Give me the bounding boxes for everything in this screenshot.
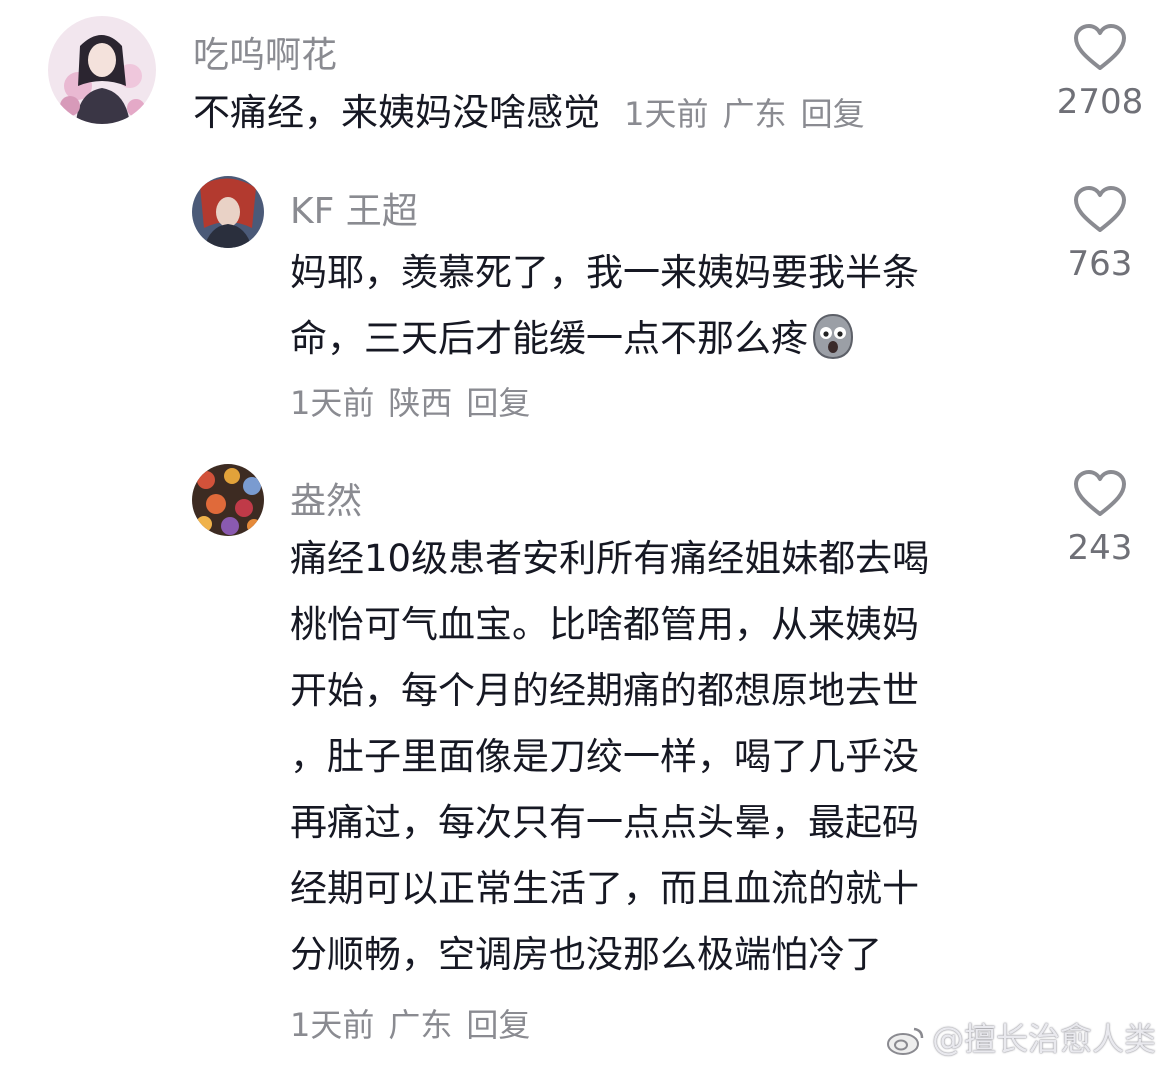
comment-text-line: 经期可以正常生活了，而且血流的就十	[290, 867, 919, 910]
username[interactable]: 吃呜啊花	[193, 26, 337, 78]
time-label: 1天前	[290, 384, 375, 422]
avatar[interactable]	[48, 16, 156, 124]
comment-text-line: ，肚子里面像是刀绞一样，喝了几乎没	[290, 735, 919, 778]
comment-text-line: 分顺畅，空调房也没那么极端怕冷了	[290, 933, 882, 976]
like-count: 2708	[1056, 82, 1144, 122]
like-button[interactable]: 2708	[1050, 24, 1150, 122]
comment-text-line: 开始，每个月的经期痛的都想原地去世	[290, 669, 919, 712]
location-label: 广东	[388, 1006, 453, 1044]
like-button[interactable]: 763	[1050, 186, 1150, 284]
comment-text-line: 痛经10级患者安利所有痛经姐妹都去喝	[290, 537, 930, 580]
comment-text: 不痛经，来姨妈没啥感觉 1天前 广东 回复	[193, 80, 865, 147]
comment-meta: 1天前 广东 回复	[614, 95, 865, 133]
reply-button[interactable]: 回复	[466, 384, 530, 422]
watermark-text: @擅长治愈人类	[931, 1020, 1156, 1058]
comment-text-line: 桃怡可气血宝。比啥都管用，从来姨妈	[290, 603, 919, 646]
comment-meta: 1天前 陕西 回复	[290, 378, 544, 424]
comment-text-content: 不痛经，来姨妈没啥感觉	[193, 91, 600, 134]
username[interactable]: 盎然	[290, 472, 362, 524]
avatar[interactable]	[192, 176, 264, 248]
reply-button[interactable]: 回复	[466, 1006, 530, 1044]
comment-text-line: 再痛过，每次只有一点点头晕，最起码	[290, 801, 919, 844]
comment-text: 妈耶，羡慕死了，我一来姨妈要我半条 命，三天后才能缓一点不那么疼	[290, 240, 919, 372]
watermark: @擅长治愈人类	[886, 1014, 1156, 1060]
comment-meta: 1天前 广东 回复	[290, 1000, 544, 1046]
heart-outline-icon	[1074, 470, 1126, 516]
location-label: 陕西	[388, 384, 453, 422]
reply-button[interactable]: 回复	[801, 95, 865, 133]
time-label: 1天前	[624, 95, 709, 133]
comment-text-line-2: 命，三天后才能缓一点不那么疼	[290, 306, 919, 372]
comment-text: 痛经10级患者安利所有痛经姐妹都去喝 桃怡可气血宝。比啥都管用，从来姨妈 开始，…	[290, 526, 929, 988]
heart-outline-icon	[1074, 186, 1126, 232]
location-label: 广东	[722, 95, 787, 133]
like-count: 243	[1067, 528, 1133, 568]
scared-face-emoji	[812, 313, 854, 360]
like-count: 763	[1067, 244, 1133, 284]
heart-outline-icon	[1074, 24, 1126, 70]
time-label: 1天前	[290, 1006, 375, 1044]
comment-text-line: 妈耶，羡慕死了，我一来姨妈要我半条	[290, 251, 919, 294]
like-button[interactable]: 243	[1050, 470, 1150, 568]
weibo-icon	[886, 1027, 924, 1055]
avatar[interactable]	[192, 464, 264, 536]
username[interactable]: KF 王超	[290, 182, 418, 234]
